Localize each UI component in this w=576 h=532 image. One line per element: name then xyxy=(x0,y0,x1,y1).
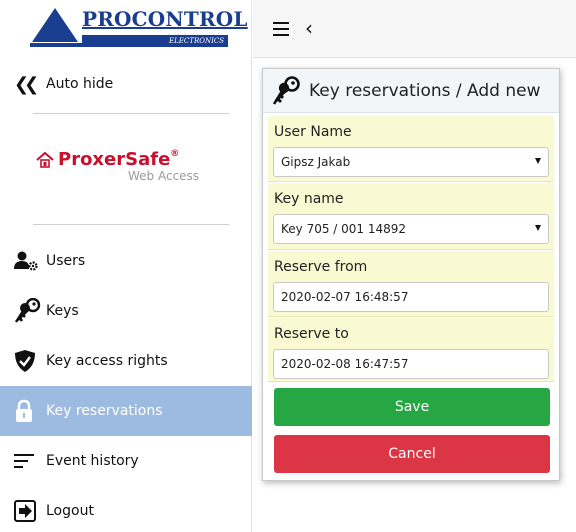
reserve-from-group: Reserve from xyxy=(268,251,554,317)
key-name-group: Key name Key 705 / 001 14892 xyxy=(268,183,554,250)
sidebar-item-label: Key reservations xyxy=(46,403,163,419)
proxersafe-logo: ProxerSafe® Web Access xyxy=(36,148,226,188)
registered-mark: ® xyxy=(170,149,180,159)
house-lock-icon xyxy=(36,152,54,168)
save-button[interactable]: Save xyxy=(274,388,550,426)
reserve-to-label: Reserve to xyxy=(274,326,349,342)
user-name-group: User Name Gipsz Jakab xyxy=(268,116,554,182)
logo-triangle-icon xyxy=(32,8,78,42)
sidebar-item-label: Keys xyxy=(46,303,79,319)
top-bar: ‹ xyxy=(253,0,576,58)
auto-hide-label: Auto hide xyxy=(46,76,114,92)
form-header: Key reservations / Add new xyxy=(263,69,559,113)
sidebar-item-key-access-rights[interactable]: Key access rights xyxy=(0,336,252,386)
user-name-select[interactable]: Gipsz Jakab xyxy=(273,147,549,177)
sidebar-item-logout[interactable]: Logout xyxy=(0,486,252,532)
sidebar-item-users[interactable]: Users xyxy=(0,236,252,286)
user-name-label: User Name xyxy=(274,124,352,140)
reserve-to-input[interactable] xyxy=(273,349,549,379)
sidebar-divider xyxy=(33,224,229,225)
hamburger-icon[interactable] xyxy=(273,22,289,36)
auto-hide-toggle[interactable]: ❮❮ Auto hide xyxy=(14,73,114,95)
form-title: Key reservations / Add new xyxy=(309,80,541,101)
sidebar: PROCONTROL ELECTRONICS ❮❮ Auto hide Prox… xyxy=(0,0,252,532)
reserve-from-label: Reserve from xyxy=(274,259,368,275)
double-chevron-left-icon: ❮❮ xyxy=(14,73,39,95)
caret-down-icon xyxy=(535,225,541,231)
logout-icon xyxy=(14,499,44,523)
product-name: ProxerSafe xyxy=(58,149,171,170)
reserve-to-group: Reserve to xyxy=(268,318,554,382)
procontrol-logo: PROCONTROL ELECTRONICS xyxy=(30,6,248,48)
cancel-button[interactable]: Cancel xyxy=(274,435,550,473)
lines-icon xyxy=(14,449,44,473)
shield-check-icon xyxy=(14,349,44,373)
brand-subtitle: ELECTRONICS xyxy=(82,35,228,47)
brand-name: PROCONTROL xyxy=(82,7,248,31)
key-name-select[interactable]: Key 705 / 001 14892 xyxy=(273,214,549,244)
sidebar-item-label: Logout xyxy=(46,503,94,519)
keys-icon xyxy=(14,298,44,323)
chevron-left-icon[interactable]: ‹ xyxy=(305,16,313,40)
sidebar-item-label: Key access rights xyxy=(46,353,168,369)
users-gear-icon xyxy=(14,249,44,273)
caret-down-icon xyxy=(535,158,541,164)
sidebar-item-label: Users xyxy=(46,253,86,269)
keys-icon xyxy=(272,75,300,105)
key-name-label: Key name xyxy=(274,191,344,207)
sidebar-item-keys[interactable]: Keys xyxy=(0,286,252,336)
add-reservation-form: Key reservations / Add new User Name Gip… xyxy=(262,68,560,481)
reserve-from-input[interactable] xyxy=(273,282,549,312)
user-name-value: Gipsz Jakab xyxy=(281,155,351,169)
product-subtitle: Web Access xyxy=(128,169,200,183)
sidebar-item-key-reservations[interactable]: Key reservations xyxy=(0,386,252,436)
padlock-icon xyxy=(14,399,44,423)
sidebar-divider xyxy=(33,113,229,114)
sidebar-nav: Users Keys Key access rights Key reserva… xyxy=(0,236,252,532)
sidebar-item-label: Event history xyxy=(46,453,139,469)
key-name-value: Key 705 / 001 14892 xyxy=(281,222,407,236)
sidebar-item-event-history[interactable]: Event history xyxy=(0,436,252,486)
